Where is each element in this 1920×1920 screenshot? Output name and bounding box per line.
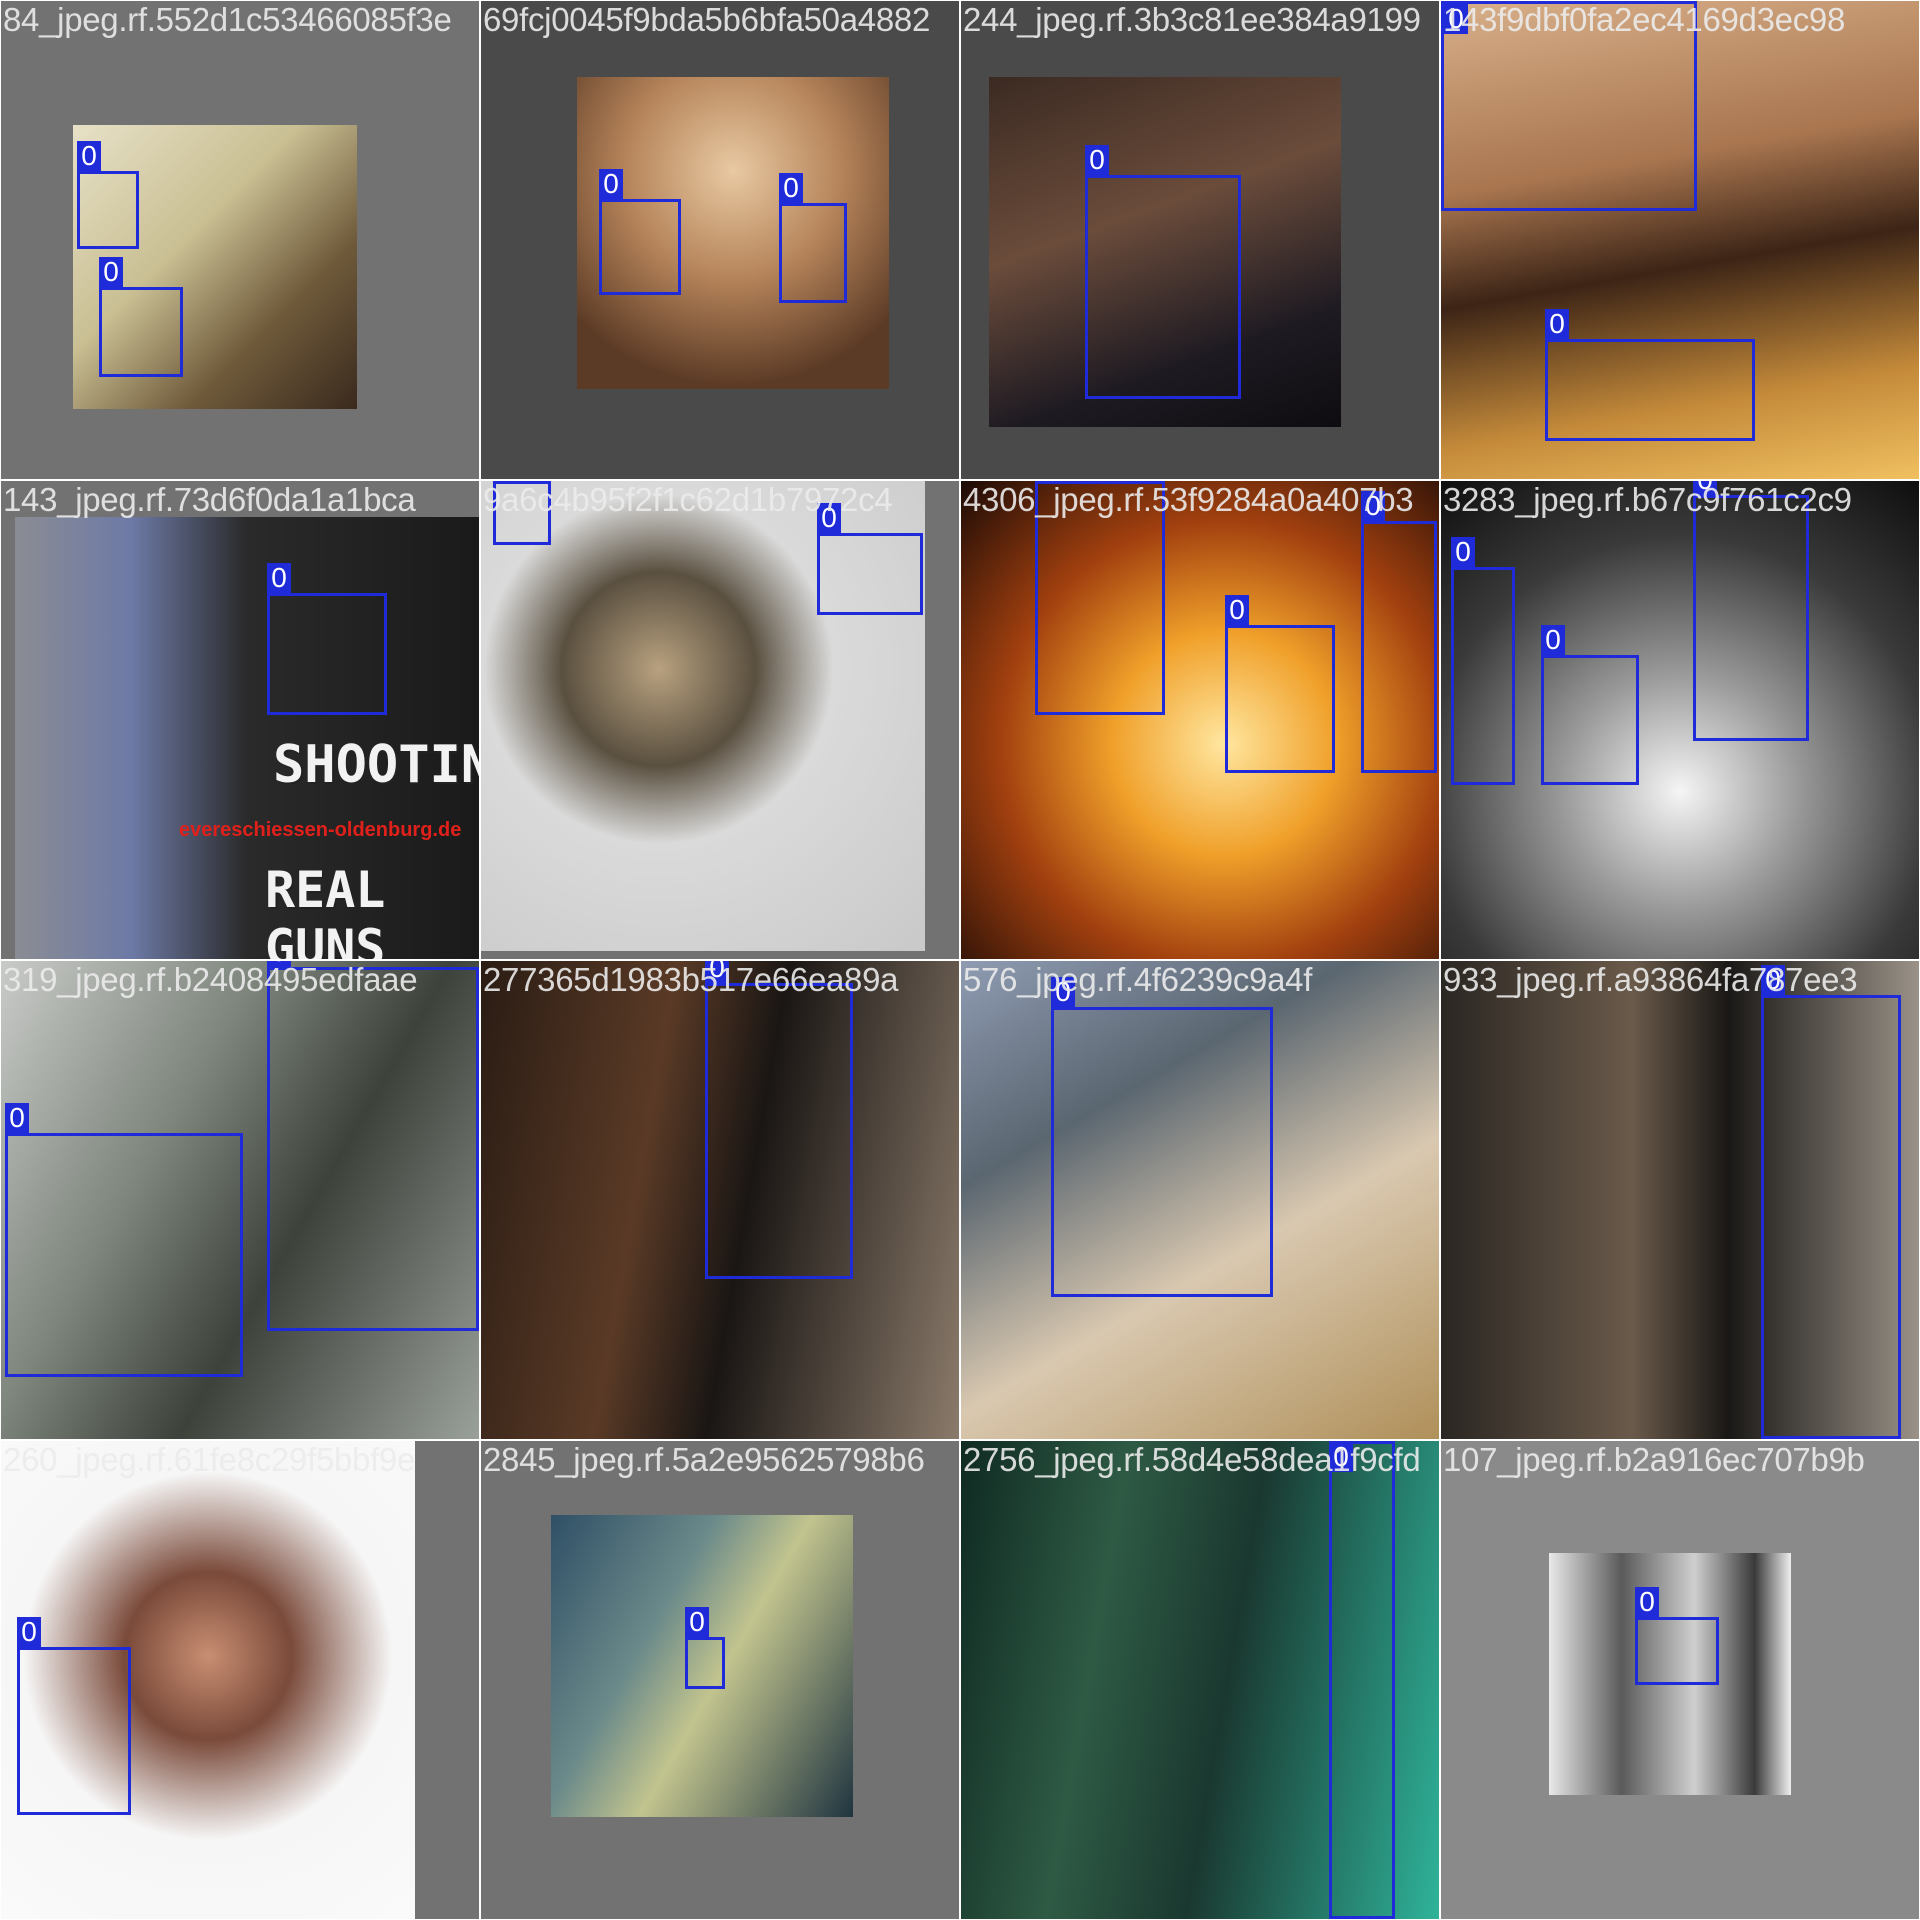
- bbox: 0: [1541, 625, 1639, 785]
- mosaic-tile: 2845_jpeg.rf.5a2e95625798b6 0: [481, 1441, 959, 1919]
- bbox: 0: [1451, 537, 1515, 785]
- bbox-label: 0: [1545, 309, 1569, 339]
- mosaic-tile: 3283_jpeg.rf.b67c9f761c2c9 0 0 0: [1441, 481, 1919, 959]
- bbox: 0: [17, 1617, 131, 1815]
- tile-filename: 933_jpeg.rf.a93864fa787ee3: [1443, 961, 1858, 998]
- mosaic-tile: 9a6c4b95f2f1c62d1b7972c4 0 0: [481, 481, 959, 959]
- mosaic-tile: 244_jpeg.rf.3b3c81ee384a9199 0: [961, 1, 1439, 479]
- tile-filename: 277365d1983b517e66ea89a: [483, 961, 899, 998]
- bbox: 0: [599, 169, 681, 295]
- tile-filename: 69fcj0045f9bda5b6bfa50a4882: [483, 1, 931, 38]
- bbox-label: 0: [77, 141, 101, 171]
- bbox: 0: [267, 961, 479, 1331]
- bbox: 0: [817, 503, 923, 615]
- tile-filename: 84_jpeg.rf.552d1c53466085f3e: [3, 1, 452, 38]
- bbox-label: 0: [685, 1607, 709, 1637]
- tile-filename: 244_jpeg.rf.3b3c81ee384a9199: [963, 1, 1421, 38]
- bbox: 0: [267, 563, 387, 715]
- bbox: 0: [1329, 1441, 1395, 1919]
- mosaic-tile: 260_jpeg.rf.61fe8c29f5bbf9e 0: [1, 1441, 479, 1919]
- mosaic-tile: 4306_jpeg.rf.53f9284a0a407b3 0 0 0: [961, 481, 1439, 959]
- bbox-label: 0: [1225, 595, 1249, 625]
- bbox: 0: [1761, 965, 1901, 1439]
- bbox-label: 0: [17, 1617, 41, 1647]
- bbox-label: 0: [1451, 537, 1475, 567]
- tile-filename: 2756_jpeg.rf.58d4e58dea1f9cfd: [963, 1441, 1421, 1478]
- bbox: 0: [99, 257, 183, 377]
- bbox: 0: [779, 173, 847, 303]
- tile-filename: 3283_jpeg.rf.b67c9f761c2c9: [1443, 481, 1852, 518]
- tile-filename: 319_jpeg.rf.b2408495edfaae: [3, 961, 418, 998]
- detection-mosaic: 84_jpeg.rf.552d1c53466085f3e 0 0 69fcj00…: [0, 0, 1920, 1920]
- mosaic-tile: 143_jpeg.rf.73d6f0da1a1bca SHOOTING ever…: [1, 481, 479, 959]
- bbox: 0: [1693, 481, 1809, 741]
- mosaic-tile: 143f9dbf0fa2ec4169d3ec98 0 0: [1441, 1, 1919, 479]
- bbox: 0: [1635, 1587, 1719, 1685]
- overlay-url-text: evereschiessen-oldenburg.de: [179, 819, 462, 841]
- bbox: 0: [685, 1607, 725, 1689]
- mosaic-tile: 319_jpeg.rf.b2408495edfaae 0 0: [1, 961, 479, 1439]
- bbox: 0: [705, 961, 853, 1279]
- tile-filename: 2845_jpeg.rf.5a2e95625798b6: [483, 1441, 925, 1478]
- tile-filename: 9a6c4b95f2f1c62d1b7972c4: [483, 481, 893, 518]
- bbox-label: 0: [267, 563, 291, 593]
- bbox: 0: [1545, 309, 1755, 441]
- bbox-label: 0: [599, 169, 623, 199]
- bbox: 0: [1051, 977, 1273, 1297]
- tile-filename: 107_jpeg.rf.b2a916ec707b9b: [1443, 1441, 1865, 1478]
- bbox-label: 0: [1541, 625, 1565, 655]
- tile-filename: 4306_jpeg.rf.53f9284a0a407b3: [963, 481, 1414, 518]
- bbox-label: 0: [1635, 1587, 1659, 1617]
- tile-filename: 143_jpeg.rf.73d6f0da1a1bca: [3, 481, 416, 518]
- tile-filename: 260_jpeg.rf.61fe8c29f5bbf9e: [3, 1441, 416, 1478]
- mosaic-tile: 933_jpeg.rf.a93864fa787ee3 0: [1441, 961, 1919, 1439]
- bbox: 0: [5, 1103, 243, 1377]
- mosaic-tile: 84_jpeg.rf.552d1c53466085f3e 0 0: [1, 1, 479, 479]
- mosaic-tile: 576_jpeg.rf.4f6239c9a4f 0: [961, 961, 1439, 1439]
- bbox-label: 0: [779, 173, 803, 203]
- tile-filename: 143f9dbf0fa2ec4169d3ec98: [1443, 1, 1846, 38]
- tile-filename: 576_jpeg.rf.4f6239c9a4f: [963, 961, 1313, 998]
- bbox-label: 0: [99, 257, 123, 287]
- bbox: 0: [1225, 595, 1335, 773]
- overlay-real-guns-text: REAL GUNS: [265, 861, 386, 959]
- mosaic-tile: 2756_jpeg.rf.58d4e58dea1f9cfd 0: [961, 1441, 1439, 1919]
- mosaic-tile: 69fcj0045f9bda5b6bfa50a4882 0 0: [481, 1, 959, 479]
- bbox: 0: [1085, 145, 1241, 399]
- bbox: 0: [1361, 491, 1437, 773]
- bbox-label: 0: [5, 1103, 29, 1133]
- overlay-shooting-text: SHOOTING: [273, 735, 479, 795]
- mosaic-tile: 107_jpeg.rf.b2a916ec707b9b 0: [1441, 1441, 1919, 1919]
- mosaic-tile: 277365d1983b517e66ea89a 0: [481, 961, 959, 1439]
- bbox: 0: [77, 141, 139, 249]
- bbox-label: 0: [1085, 145, 1109, 175]
